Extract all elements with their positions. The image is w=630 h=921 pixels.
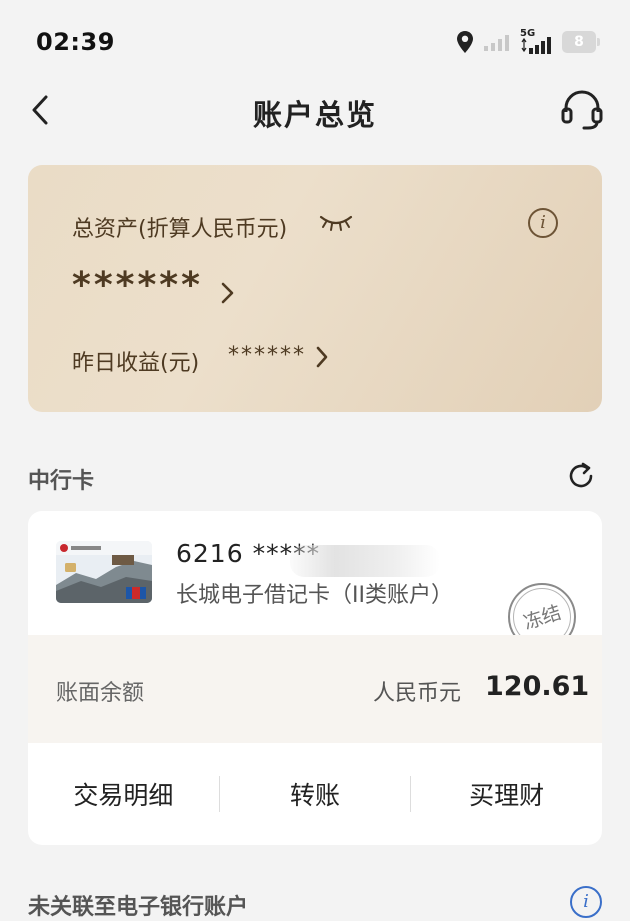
bank-card-image [56,541,152,603]
section-title: 中行卡 [28,469,95,494]
yesterday-earnings-label: 昨日收益(元) [72,351,200,376]
balance-row: 账面余额 人民币元 120.61 [28,635,602,743]
total-assets-card: 总资产(折算人民币元) i ****** 昨日收益(元) ****** [28,165,602,412]
chevron-right-icon[interactable] [218,280,236,306]
page-title: 账户总览 [252,98,377,132]
transaction-details-button[interactable]: 交易明细 [28,776,219,812]
buy-wealth-button[interactable]: 买理财 [411,776,602,812]
transfer-button[interactable]: 转账 [220,776,411,812]
headset-icon[interactable] [560,88,604,132]
nav-bar: 账户总览 [0,84,630,140]
info-icon[interactable]: i [570,886,602,918]
unlinked-accounts-title: 未关联至电子银行账户 [28,895,249,920]
balance-amount: 120.61 [485,671,590,702]
status-bar: 02:39 5G 8 [0,0,630,84]
total-assets-value[interactable]: ****** [72,265,203,306]
account-actions: 交易明细 转账 买理财 [28,743,602,845]
eye-closed-icon[interactable] [318,213,354,233]
battery-icon: 8 [562,31,600,53]
signal-5g-icon: 5G [520,28,552,54]
battery-level: 8 [574,34,584,50]
yesterday-earnings-value[interactable]: ****** [228,343,306,368]
status-time: 02:39 [36,28,115,56]
total-assets-label: 总资产(折算人民币元) [72,217,288,242]
account-card[interactable]: 6216 ***** 长城电子借记卡（II类账户） 冻结 账面余额 人民币元 1… [28,511,602,845]
currency-label: 人民币元 [373,681,462,706]
info-icon[interactable]: i [528,208,558,238]
balance-label: 账面余额 [56,681,145,706]
card-type: 长城电子借记卡（II类账户） [176,583,453,608]
refresh-icon[interactable] [566,461,596,491]
masked-overlay [290,545,440,577]
chevron-right-icon[interactable] [314,345,330,369]
signal-weak-icon [484,35,509,51]
location-icon [457,31,473,53]
status-icons: 5G 8 [456,28,600,54]
